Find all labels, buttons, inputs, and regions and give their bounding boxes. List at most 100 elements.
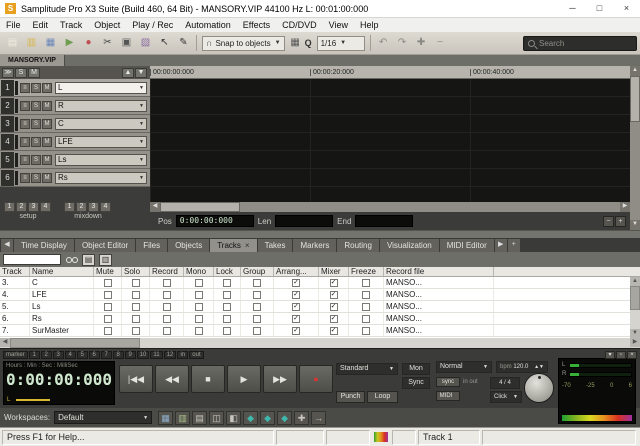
mute-checkbox[interactable] xyxy=(104,303,112,311)
lock-checkbox[interactable] xyxy=(223,291,231,299)
diamond-tool-icon-1[interactable]: ◆ xyxy=(243,411,258,425)
scrollbar-track[interactable] xyxy=(140,338,630,348)
track-header-row[interactable]: 6≡SMRs▼ xyxy=(0,169,150,187)
paste-icon[interactable]: ▧ xyxy=(137,35,154,52)
plus-tool-icon[interactable]: ✚ xyxy=(294,411,309,425)
quantize-dropdown[interactable]: 1/16 ▼ xyxy=(317,36,365,51)
screen-setup-button[interactable]: 4 xyxy=(40,202,51,212)
mono-checkbox[interactable] xyxy=(195,327,203,335)
workspace-dropdown[interactable]: Default ▼ xyxy=(54,411,152,424)
bpm-field[interactable]: bpm 120.0 ▲▼ xyxy=(496,361,548,373)
track-solo-button[interactable]: S xyxy=(31,137,41,147)
track-mute-button[interactable]: M xyxy=(42,137,52,147)
track-header-row[interactable]: 1≡SML▼ xyxy=(0,79,150,97)
menu-help[interactable]: Help xyxy=(354,18,385,32)
freeze-checkbox[interactable] xyxy=(362,315,370,323)
play-button[interactable]: ▶ xyxy=(227,365,261,393)
solo-checkbox[interactable] xyxy=(132,291,140,299)
diamond-tool-icon-2[interactable]: ◆ xyxy=(260,411,275,425)
goto-start-button[interactable]: |◀◀ xyxy=(119,365,153,393)
track-number[interactable]: 2 xyxy=(1,98,14,114)
track-header-row[interactable]: 2≡SMR▼ xyxy=(0,97,150,115)
menu-view[interactable]: View xyxy=(323,18,354,32)
arranger-layout-icon[interactable]: ▦ xyxy=(158,411,173,425)
record-checkbox[interactable] xyxy=(163,303,171,311)
tab-markers[interactable]: Markers xyxy=(293,239,336,252)
copy-icon[interactable]: ▣ xyxy=(118,35,135,52)
solo-checkbox[interactable] xyxy=(132,327,140,335)
search-box[interactable] xyxy=(523,36,637,51)
loop-button[interactable]: Loop xyxy=(367,391,398,403)
sync-small-button[interactable]: sync xyxy=(436,377,460,387)
lock-checkbox[interactable] xyxy=(223,327,231,335)
scrollbar-thumb[interactable] xyxy=(630,286,640,310)
track-fx-button[interactable]: ≡ xyxy=(20,155,30,165)
menu-object[interactable]: Object xyxy=(88,18,126,32)
timeline-horizontal-scrollbar[interactable]: ◀ ▶ xyxy=(150,202,630,212)
track-name-field[interactable]: Ls▼ xyxy=(55,154,147,166)
solo-checkbox[interactable] xyxy=(132,315,140,323)
grid-toggle-button[interactable]: ▦ xyxy=(287,35,304,52)
group-checkbox[interactable] xyxy=(253,327,261,335)
arrang-checkbox[interactable]: ✓ xyxy=(292,327,300,335)
stop-button[interactable]: ■ xyxy=(191,365,225,393)
punch-button[interactable]: Punch xyxy=(336,391,365,403)
binoculars-icon[interactable] xyxy=(66,257,78,263)
column-header-name[interactable]: Name xyxy=(30,267,94,276)
scrollbar-thumb[interactable] xyxy=(630,76,640,122)
cut-icon[interactable]: ✂ xyxy=(99,35,116,52)
mixer-layout-icon[interactable]: ▥ xyxy=(175,411,190,425)
track-solo-button[interactable]: S xyxy=(31,155,41,165)
mono-checkbox[interactable] xyxy=(195,291,203,299)
mixdown-setup-button[interactable]: 4 xyxy=(100,202,111,212)
table-horizontal-scrollbar[interactable]: ◀ ▶ xyxy=(0,338,640,348)
dock-close-icon[interactable]: × xyxy=(627,351,637,359)
monitor-volume-knob[interactable] xyxy=(524,373,554,403)
tab-object-editor[interactable]: Object Editor xyxy=(75,239,135,252)
track-name-field[interactable]: LFE▼ xyxy=(55,136,147,148)
redo-icon[interactable]: ↷ xyxy=(394,35,411,52)
freeze-checkbox[interactable] xyxy=(362,327,370,335)
track-lane[interactable] xyxy=(150,115,630,133)
menu-cd-dvd[interactable]: CD/DVD xyxy=(276,18,323,32)
maximize-button[interactable]: □ xyxy=(586,0,613,17)
close-button[interactable]: × xyxy=(613,0,640,17)
pos-field[interactable]: 0:00:00:000 xyxy=(176,215,254,227)
tempo-mode-dropdown[interactable]: Normal ▼ xyxy=(436,361,492,373)
scroll-right-icon[interactable]: ▶ xyxy=(620,202,630,212)
column-header-mono[interactable]: Mono xyxy=(184,267,214,276)
scrollbar-thumb[interactable] xyxy=(10,338,140,348)
scrollbar-thumb[interactable] xyxy=(160,202,240,212)
screen-setup-button[interactable]: 3 xyxy=(28,202,39,212)
track-mute-button[interactable]: M xyxy=(42,173,52,183)
track-mute-button[interactable]: M xyxy=(42,155,52,165)
tab-close-icon[interactable]: × xyxy=(245,241,250,250)
arrang-checkbox[interactable]: ✓ xyxy=(292,291,300,299)
track-number[interactable]: 3 xyxy=(1,116,14,132)
mixdown-setup-button[interactable]: 3 xyxy=(88,202,99,212)
track-header-row[interactable]: 4≡SMLFE▼ xyxy=(0,133,150,151)
group-checkbox[interactable] xyxy=(253,315,261,323)
group-checkbox[interactable] xyxy=(253,279,261,287)
table-row[interactable]: 6.Rs✓✓MANSO... xyxy=(0,313,640,325)
track-header-row[interactable]: 5≡SMLs▼ xyxy=(0,151,150,169)
diamond-tool-icon-3[interactable]: ◆ xyxy=(277,411,292,425)
snap-dropdown[interactable]: ∩ Snap to objects ▼ xyxy=(202,36,285,51)
marker-in-button[interactable]: in xyxy=(177,351,188,359)
marker-number-button[interactable]: 12 xyxy=(164,351,177,359)
mute-checkbox[interactable] xyxy=(104,291,112,299)
freeze-checkbox[interactable] xyxy=(362,279,370,287)
track-name-field[interactable]: R▼ xyxy=(55,100,147,112)
tab-tracks[interactable]: Tracks× xyxy=(210,239,256,252)
lock-checkbox[interactable] xyxy=(223,315,231,323)
marker-number-button[interactable]: 2 xyxy=(41,351,52,359)
record-mode-dropdown[interactable]: Standard ▼ xyxy=(336,363,398,375)
rewind-button[interactable]: ◀◀ xyxy=(155,365,189,393)
mixer-checkbox[interactable]: ✓ xyxy=(330,327,338,335)
marker-out-button[interactable]: out xyxy=(189,351,203,359)
scrollbar-track[interactable] xyxy=(240,202,620,212)
column-header-mixer[interactable]: Mixer xyxy=(319,267,349,276)
marker-number-button[interactable]: 10 xyxy=(137,351,150,359)
solo-checkbox[interactable] xyxy=(132,279,140,287)
dock-menu-icon[interactable]: ▾ xyxy=(605,351,615,359)
